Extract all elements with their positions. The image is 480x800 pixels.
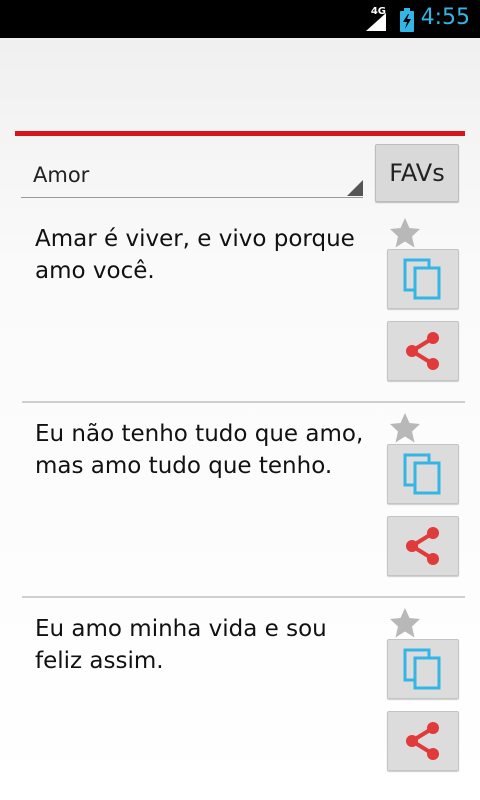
share-button[interactable] bbox=[387, 321, 459, 381]
share-icon bbox=[406, 722, 439, 760]
quote-text: Eu não tenho tudo que amo, mas amo tudo … bbox=[35, 421, 364, 479]
share-icon bbox=[406, 527, 439, 565]
star-icon[interactable] bbox=[389, 217, 421, 249]
category-spinner-value: Amor bbox=[33, 163, 90, 187]
copy-icon bbox=[403, 258, 441, 300]
favs-button[interactable]: FAVs bbox=[375, 144, 459, 202]
copy-button[interactable] bbox=[387, 249, 459, 309]
quote-item: Eu amo minha vida e sou feliz assim. bbox=[0, 593, 480, 788]
category-spinner[interactable]: Amor bbox=[21, 155, 363, 198]
share-icon bbox=[406, 332, 439, 370]
copy-icon bbox=[403, 453, 441, 495]
quote-text: Eu amo minha vida e sou feliz assim. bbox=[35, 616, 327, 674]
star-icon[interactable] bbox=[389, 412, 421, 444]
star-icon[interactable] bbox=[389, 607, 421, 639]
app-content: Amor FAVs Amar é viver, e vivo porque am… bbox=[0, 38, 480, 800]
copy-icon bbox=[403, 648, 441, 690]
clock: 4:55 bbox=[420, 5, 470, 30]
quote-text: Amar é viver, e vivo porque amo você. bbox=[35, 226, 355, 284]
battery-charging-icon bbox=[400, 8, 414, 32]
header-accent-line bbox=[15, 131, 465, 136]
spinner-arrow-icon bbox=[347, 180, 363, 196]
quote-item: Amar é viver, e vivo porque amo você. bbox=[0, 203, 480, 398]
signal-icon bbox=[366, 13, 386, 31]
share-button[interactable] bbox=[387, 711, 459, 771]
share-button[interactable] bbox=[387, 516, 459, 576]
copy-button[interactable] bbox=[387, 444, 459, 504]
copy-button[interactable] bbox=[387, 639, 459, 699]
quote-item: Eu não tenho tudo que amo, mas amo tudo … bbox=[0, 398, 480, 593]
status-bar: 4G 4:55 bbox=[0, 0, 480, 38]
